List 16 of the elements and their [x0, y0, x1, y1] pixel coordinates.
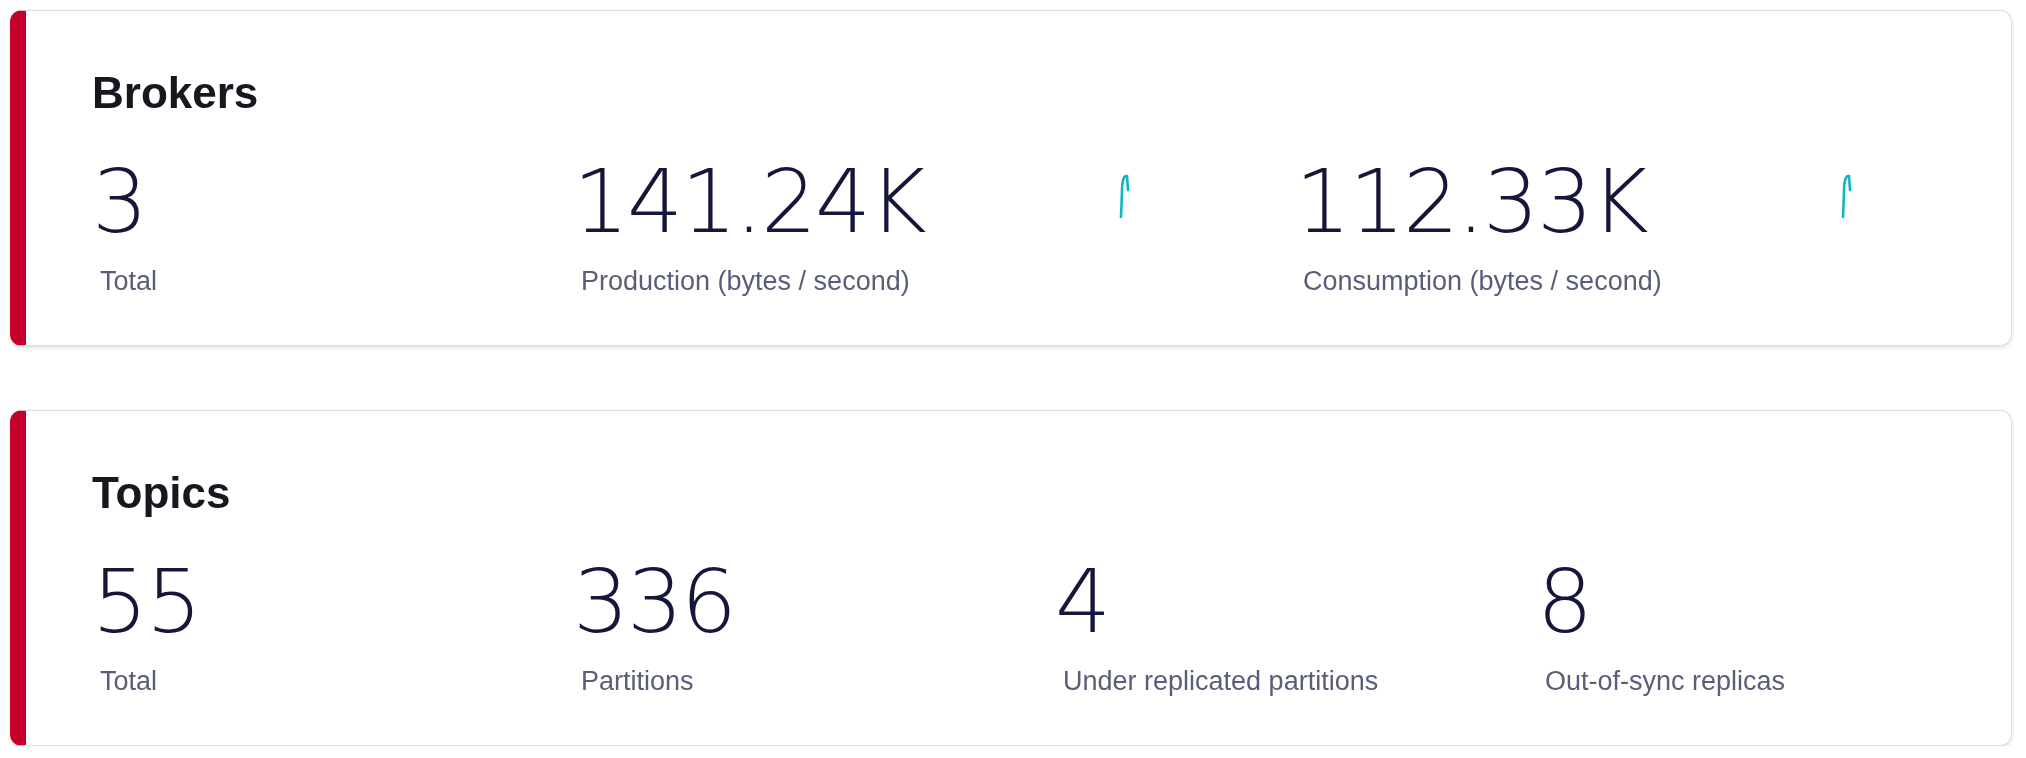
- metric-label: Under replicated partitions: [1063, 666, 1379, 698]
- metric-label: Partitions: [581, 666, 694, 698]
- metric-label: Consumption (bytes / second): [1303, 266, 1662, 298]
- metric-label: Total: [100, 666, 158, 698]
- metric-value: 55: [92, 555, 200, 649]
- metric-value: 4: [1055, 555, 1109, 649]
- metric-label: Production (bytes / second): [581, 266, 910, 298]
- metric-value: 8: [1537, 555, 1591, 649]
- metric-value: 112.33K: [1295, 155, 1647, 249]
- card-title: Topics: [92, 467, 232, 519]
- metric-value: 3: [92, 155, 146, 249]
- metric-label: Total: [100, 266, 158, 298]
- metric-label: Out-of-sync replicas: [1545, 666, 1786, 698]
- metric-value: 336: [573, 555, 735, 649]
- card-title: Brokers: [92, 67, 260, 119]
- metric-value: 141.24K: [573, 155, 925, 249]
